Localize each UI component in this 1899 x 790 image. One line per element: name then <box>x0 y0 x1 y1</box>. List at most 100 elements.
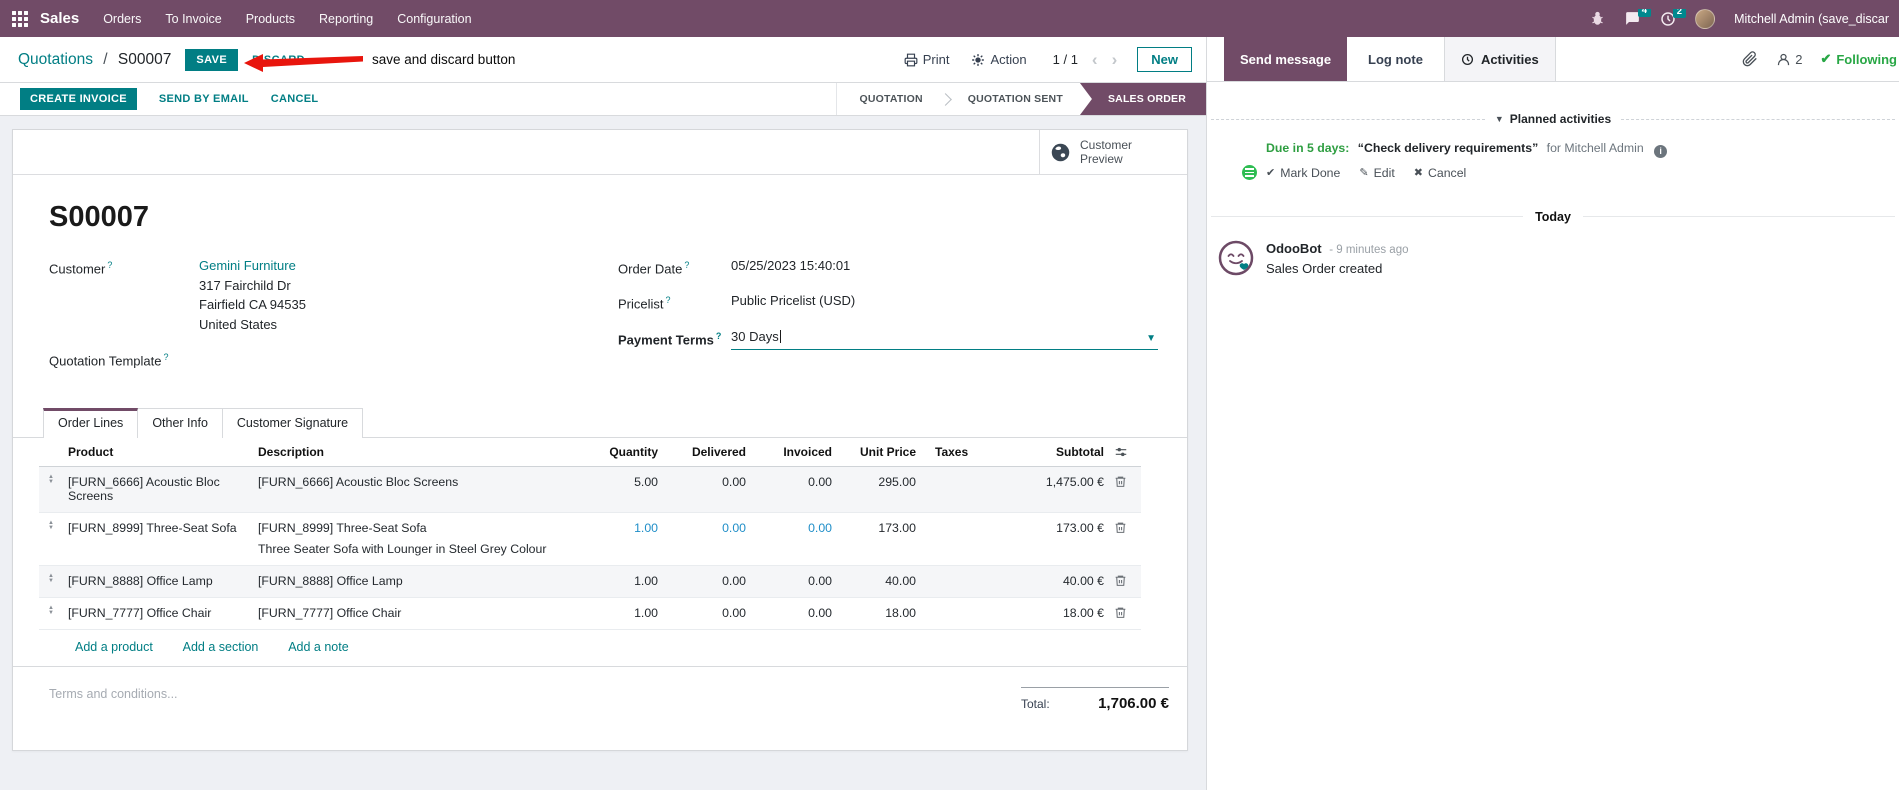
messages-icon[interactable]: 4 <box>1624 8 1652 27</box>
cell-unit-price[interactable]: 295.00 <box>837 467 921 513</box>
attachments-button[interactable] <box>1742 51 1758 67</box>
cell-invoiced[interactable]: 0.00 <box>751 598 837 630</box>
delete-line-button[interactable] <box>1109 566 1141 598</box>
drag-handle-icon[interactable]: ▲ ▼ <box>39 513 63 566</box>
menu-products[interactable]: Products <box>246 12 295 26</box>
order-line-row[interactable]: ▲ ▼ [FURN_8999] Three-Seat Sofa [FURN_899… <box>39 513 1141 566</box>
cell-delivered[interactable]: 0.00 <box>663 566 751 598</box>
save-button[interactable]: SAVE <box>185 48 239 71</box>
activities-button[interactable]: Activities <box>1443 37 1556 81</box>
action-menu-button[interactable]: Action <box>971 52 1027 67</box>
cancel-activity-button[interactable]: ✖ Cancel <box>1414 166 1467 180</box>
cell-product[interactable]: [FURN_7777] Office Chair <box>63 598 253 630</box>
activities-clock-icon[interactable]: 2 <box>1660 8 1687 27</box>
text-cursor <box>779 329 781 343</box>
drag-handle-icon[interactable]: ▲ ▼ <box>39 467 63 513</box>
log-note-button[interactable]: Log note <box>1347 37 1444 81</box>
create-invoice-button[interactable]: CREATE INVOICE <box>20 88 137 110</box>
cell-unit-price[interactable]: 40.00 <box>837 566 921 598</box>
edit-activity-button[interactable]: ✎ Edit <box>1359 166 1394 180</box>
tab-customer-signature[interactable]: Customer Signature <box>222 408 364 439</box>
tab-order-lines[interactable]: Order Lines <box>43 408 139 439</box>
customer-link[interactable]: Gemini Furniture <box>199 256 306 276</box>
add-product-link[interactable]: Add a product <box>75 640 153 654</box>
dropdown-caret-icon[interactable]: ▼ <box>1146 329 1156 348</box>
delete-line-button[interactable] <box>1109 513 1141 566</box>
debug-bug-icon[interactable] <box>1590 11 1605 26</box>
terms-placeholder[interactable]: Terms and conditions... <box>49 687 178 712</box>
new-button[interactable]: New <box>1137 47 1192 72</box>
cell-quantity[interactable]: 5.00 <box>587 467 663 513</box>
trash-icon <box>1115 522 1126 534</box>
message-author[interactable]: OdooBot <box>1266 241 1322 256</box>
activity-type-badge-icon <box>1240 163 1259 182</box>
cell-product[interactable]: [FURN_8999] Three-Seat Sofa <box>63 513 253 566</box>
cell-delivered[interactable]: 0.00 <box>663 513 751 566</box>
order-line-row[interactable]: ▲ ▼ [FURN_7777] Office Chair [FURN_7777] … <box>39 598 1141 630</box>
cell-taxes[interactable] <box>921 467 1001 513</box>
order-line-row[interactable]: ▲ ▼ [FURN_6666] Acoustic Bloc Screens [FU… <box>39 466 1141 513</box>
menu-reporting[interactable]: Reporting <box>319 12 373 26</box>
print-button[interactable]: Print <box>904 52 950 67</box>
cell-unit-price[interactable]: 18.00 <box>837 598 921 630</box>
payment-terms-input[interactable]: 30 Days ▼ <box>731 327 1158 350</box>
cell-quantity[interactable]: 1.00 <box>587 566 663 598</box>
pager-previous-icon[interactable]: ‹ <box>1092 51 1098 68</box>
cell-invoiced[interactable]: 0.00 <box>751 467 837 513</box>
send-by-email-button[interactable]: SEND BY EMAIL <box>159 93 249 105</box>
menu-to-invoice[interactable]: To Invoice <box>165 12 221 26</box>
state-separator-icon <box>938 92 952 106</box>
print-label: Print <box>922 52 950 67</box>
cell-invoiced[interactable]: 0.00 <box>751 513 837 566</box>
menu-configuration[interactable]: Configuration <box>397 12 471 26</box>
order-line-row[interactable]: ▲ ▼ [FURN_8888] Office Lamp [FURN_8888] O… <box>39 565 1141 598</box>
cell-quantity[interactable]: 1.00 <box>587 513 663 566</box>
pager-next-icon[interactable]: › <box>1112 51 1118 68</box>
state-sales-order[interactable]: SALES ORDER <box>1079 83 1206 115</box>
state-quotation[interactable]: QUOTATION <box>843 83 940 115</box>
cell-description[interactable]: [FURN_8999] Three-Seat Sofa Three Seater… <box>253 513 587 566</box>
drag-handle-icon[interactable]: ▲ ▼ <box>39 566 63 598</box>
user-name[interactable]: Mitchell Admin (save_discar <box>1734 12 1889 26</box>
cell-unit-price[interactable]: 173.00 <box>837 513 921 566</box>
cell-product[interactable]: [FURN_6666] Acoustic Bloc Screens <box>63 467 253 513</box>
drag-handle-icon[interactable]: ▲ ▼ <box>39 598 63 630</box>
cell-delivered[interactable]: 0.00 <box>663 598 751 630</box>
cell-taxes[interactable] <box>921 566 1001 598</box>
cell-description[interactable]: [FURN_8888] Office Lamp <box>253 566 587 598</box>
cell-taxes[interactable] <box>921 513 1001 566</box>
activity-assignee: for Mitchell Admin <box>1546 141 1644 155</box>
add-note-link[interactable]: Add a note <box>288 640 348 654</box>
cell-taxes[interactable] <box>921 598 1001 630</box>
mark-done-button[interactable]: ✔ Mark Done <box>1266 166 1340 180</box>
breadcrumb-quotations-link[interactable]: Quotations <box>18 51 93 68</box>
customer-preview-button[interactable]: Customer Preview <box>1039 130 1187 174</box>
followers-button[interactable]: 2 <box>1776 52 1802 67</box>
optional-columns-button[interactable] <box>1109 438 1141 468</box>
cell-delivered[interactable]: 0.00 <box>663 467 751 513</box>
menu-orders[interactable]: Orders <box>103 12 141 26</box>
cell-description[interactable]: [FURN_6666] Acoustic Bloc Screens <box>253 467 587 513</box>
cell-description[interactable]: [FURN_7777] Office Chair <box>253 598 587 630</box>
delete-line-button[interactable] <box>1109 467 1141 513</box>
info-icon[interactable]: i <box>1654 144 1668 158</box>
planned-activities-toggle[interactable]: ▼ Planned activities <box>1495 112 1611 126</box>
delete-line-button[interactable] <box>1109 598 1141 630</box>
add-section-link[interactable]: Add a section <box>183 640 259 654</box>
help-marker: ? <box>665 295 671 306</box>
cell-quantity[interactable]: 1.00 <box>587 598 663 630</box>
pricelist-value[interactable]: Public Pricelist (USD) <box>731 291 855 313</box>
apps-menu-icon[interactable] <box>12 10 28 27</box>
app-name-sales[interactable]: Sales <box>40 10 79 27</box>
user-avatar[interactable] <box>1695 8 1716 29</box>
state-quotation-sent[interactable]: QUOTATION SENT <box>951 83 1080 115</box>
cell-invoiced[interactable]: 0.00 <box>751 566 837 598</box>
send-message-button[interactable]: Send message <box>1224 37 1348 81</box>
customer-address-line: 317 Fairchild Dr <box>199 277 291 293</box>
customer-field-label: Customer? <box>49 260 113 277</box>
following-button[interactable]: ✔ Following <box>1820 51 1897 67</box>
order-date-value[interactable]: 05/25/2023 15:40:01 <box>731 256 850 278</box>
cancel-button[interactable]: CANCEL <box>271 93 319 105</box>
tab-other-info[interactable]: Other Info <box>138 408 223 439</box>
cell-product[interactable]: [FURN_8888] Office Lamp <box>63 566 253 598</box>
